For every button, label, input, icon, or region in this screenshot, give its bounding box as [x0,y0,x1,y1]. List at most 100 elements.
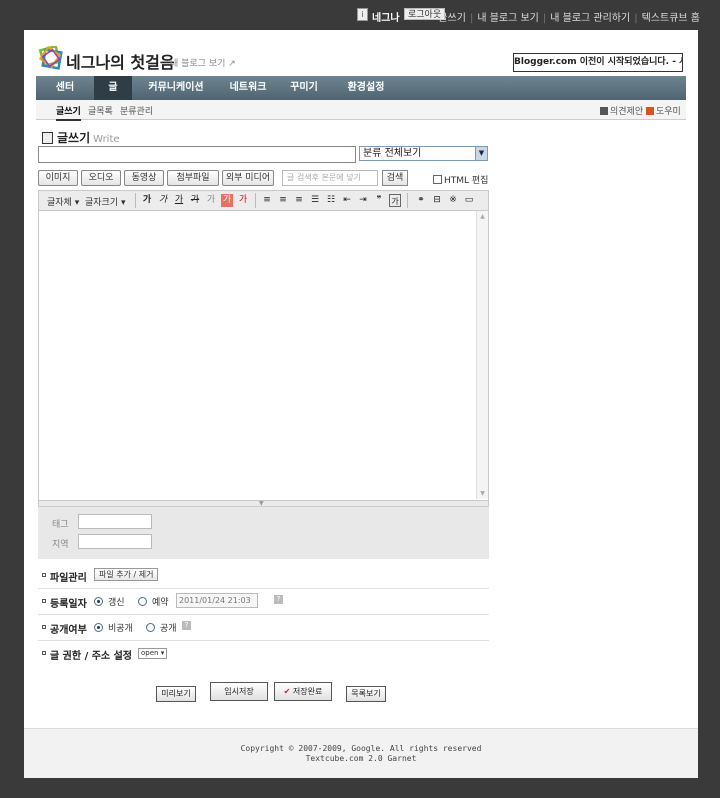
html-edit-label: HTML 편집 [444,176,489,186]
nav-network[interactable]: 네트워크 [220,76,276,100]
view-blog-label: 내 블로그 보기 [170,59,226,69]
external-media-button[interactable]: 외부 미디어 [222,170,274,186]
footer: Copyright © 2007-2009, Google. All right… [24,728,698,778]
font-size-label: 글자크기 [85,198,119,208]
quote-icon[interactable]: ❞ [373,194,385,207]
remove-format-button[interactable]: 가 [237,194,249,207]
align-right-icon[interactable]: ≡ [293,194,305,207]
top-link-textcube-home[interactable]: 텍스트큐브 홈 [642,13,700,24]
html-edit-checkbox[interactable] [433,175,442,184]
audio-button[interactable]: 오디오 [81,170,121,186]
list-view-button[interactable]: 목록보기 [346,686,386,702]
nav-communication[interactable]: 커뮤니케이션 [138,76,214,100]
top-link-manage-blog[interactable]: 내 블로그 관리하기 [550,13,630,24]
post-search-input[interactable]: 글 검색후 본문에 넣기 [282,170,378,186]
strikethrough-button[interactable]: 가 [189,194,201,207]
text-box-icon[interactable]: 가 [389,194,401,207]
permission-row: 글 권한 / 주소 설정 open ▾ [38,641,489,667]
align-center-icon[interactable]: ≡ [277,194,289,207]
italic-button[interactable]: 가 [157,194,169,207]
category-select[interactable]: 분류 전체보기 ▼ [359,146,488,161]
text-color-button[interactable]: 가 [205,194,217,207]
bullet-icon [42,599,46,603]
feedback-label: 의견제안 [610,107,644,117]
temp-save-button[interactable]: 임시저장 [210,682,268,701]
check-icon: ✔ [283,687,291,696]
post-title-input[interactable] [38,146,356,163]
visibility-row: 공개여부 비공개 공개 ? [38,615,489,641]
subnav-category-manage[interactable]: 분류관리 [120,104,153,117]
nav-settings[interactable]: 환경설정 [336,76,396,100]
bullet-icon [42,625,46,629]
nav-decorate[interactable]: 꾸미기 [282,76,326,100]
feedback-icon [600,107,608,115]
public-radio[interactable] [146,623,155,632]
font-family-dropdown[interactable]: 글자체 ▾ [47,195,79,208]
font-family-label: 글자체 [47,198,72,208]
feedback-link[interactable]: 의견제안 [600,104,643,117]
toolbar-divider [255,193,256,208]
top-link-view-blog[interactable]: 내 블로그 보기 [477,13,539,24]
toolbar-divider [407,193,408,208]
top-link-write[interactable]: 글쓰기 [438,13,466,24]
help-link[interactable]: 도우미 [646,104,681,117]
help-question-icon[interactable]: ? [182,621,191,630]
table-icon[interactable]: ▭ [463,194,475,207]
file-add-remove-button[interactable]: 파일 추가 / 제거 [94,568,159,581]
subnav-post-list[interactable]: 글목록 [88,104,113,117]
username: 네그나 [372,13,400,24]
reserve-date-input[interactable]: 2011/01/24 21:03 [176,593,258,608]
blog-title[interactable]: 네그나의 첫걸음 [66,49,175,73]
file-manage-label: 파일관리 [50,573,87,584]
view-blog-link[interactable]: 내 블로그 보기 ↗ [170,56,236,69]
subnav-write[interactable]: 글쓰기 [56,104,81,121]
permission-select[interactable]: open ▾ [138,648,168,659]
editor-scrollbar[interactable]: ▲ ▼ [476,211,488,499]
tag-input[interactable] [78,514,152,529]
private-radio[interactable] [94,623,103,632]
register-date-label: 등록일자 [50,599,87,610]
align-left-icon[interactable]: ≡ [261,194,273,207]
preview-button[interactable]: 미리보기 [156,686,196,702]
help-question-icon[interactable]: ? [274,595,283,604]
scroll-up-icon[interactable]: ▲ [478,212,487,221]
nav-center[interactable]: 센터 [36,76,94,100]
font-size-dropdown[interactable]: 글자크기 ▾ [85,195,126,208]
register-date-row: 등록일자 갱신 예약 2011/01/24 21:03 ? [38,589,489,615]
tag-location-panel: 태그 지역 [38,507,489,559]
indent-icon[interactable]: ⇥ [357,194,369,207]
scroll-down-icon[interactable]: ▼ [478,489,487,498]
attachment-button[interactable]: 첨부파일 [167,170,219,186]
nav-post[interactable]: 글 [94,76,132,100]
outdent-icon[interactable]: ⇤ [341,194,353,207]
write-title: 글쓰기 [57,131,91,145]
help-label: 도우미 [656,107,681,117]
write-subtitle: Write [93,134,120,145]
video-button[interactable]: 동영상 [124,170,164,186]
numbered-list-icon[interactable]: ☷ [325,194,337,207]
underline-button[interactable]: 가 [173,194,185,207]
date-reserve-label: 예약 [152,598,169,608]
search-button[interactable]: 검색 [382,170,408,186]
top-links: 글쓰기 | 내 블로그 보기 | 내 블로그 관리하기 | 텍스트큐브 홈 [438,13,700,24]
image-button[interactable]: 이미지 [38,170,78,186]
special-char-icon[interactable]: ※ [447,194,459,207]
textcube-logo-icon [38,46,63,70]
blogger-migration-notice[interactable]: Blogger.com 이전이 시작되었습니다. - 시작하기 - [513,53,683,72]
more-icon[interactable]: ⊟ [431,194,443,207]
editor-content-area[interactable]: ▲ ▼ [38,211,489,501]
permission-label: 글 권한 / 주소 설정 [50,651,132,662]
toolbar-divider [135,193,136,208]
external-link-icon: ↗ [228,59,236,69]
date-reserve-radio[interactable] [138,597,147,606]
save-complete-button[interactable]: ✔ 저장완료 [274,682,332,701]
permission-value: open [141,649,159,657]
bold-button[interactable]: 가 [141,194,153,207]
date-update-radio[interactable] [94,597,103,606]
location-input[interactable] [78,534,152,549]
bullet-list-icon[interactable]: ☰ [309,194,321,207]
link-icon[interactable]: ⚭ [415,194,427,207]
sub-nav: 글쓰기 글목록 분류관리 의견제안 도우미 [36,100,686,121]
highlight-button[interactable]: 가 [221,194,233,207]
html-edit-toggle[interactable]: HTML 편집 [433,173,488,186]
